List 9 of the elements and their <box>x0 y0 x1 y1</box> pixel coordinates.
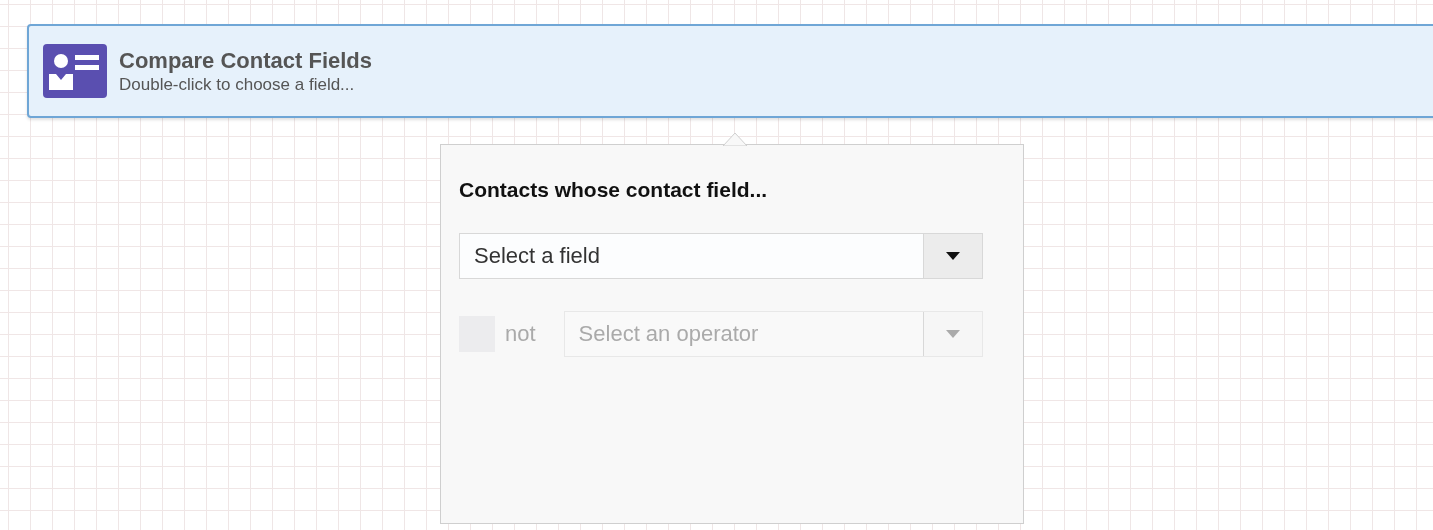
caret-icon <box>946 252 960 260</box>
caret-icon <box>946 330 960 338</box>
popover-heading: Contacts whose contact field... <box>459 178 769 202</box>
not-label: not <box>505 321 536 347</box>
workflow-node[interactable]: Compare Contact Fields Double-click to choose a field... <box>27 24 1433 118</box>
node-subtitle: Double-click to choose a field... <box>119 74 356 95</box>
node-title: Compare Contact Fields <box>119 47 373 74</box>
contact-card-icon <box>43 44 107 98</box>
field-select[interactable]: Select a field <box>459 233 983 279</box>
